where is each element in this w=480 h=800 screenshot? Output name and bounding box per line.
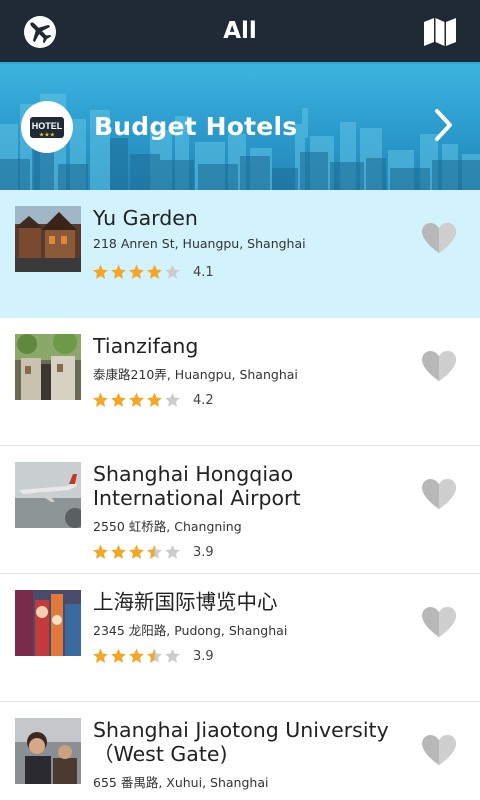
place-rating: 3.9 bbox=[92, 544, 214, 560]
place-address: 泰康路210弄, Huangpu, Shanghai bbox=[93, 367, 298, 382]
place-rating: 4.1 bbox=[92, 264, 214, 280]
rating-value: 4.1 bbox=[193, 264, 214, 280]
place-name: Shanghai Hongqiao International Airport bbox=[93, 462, 301, 510]
star-icon bbox=[129, 392, 144, 407]
star-icon bbox=[111, 544, 126, 559]
place-address: 2550 虹桥路, Changning bbox=[93, 519, 242, 534]
rating-value: 4.2 bbox=[193, 392, 214, 408]
place-name: Yu Garden bbox=[93, 206, 198, 230]
place-name: 上海新国际博览中心 bbox=[93, 590, 278, 614]
banner-title: Budget Hotels bbox=[94, 112, 298, 141]
page-title: All bbox=[223, 18, 257, 44]
place-photo bbox=[15, 206, 81, 272]
star-icon bbox=[129, 264, 144, 279]
budget-hotels-banner[interactable]: HOTEL ★★★ Budget Hotels bbox=[0, 64, 480, 190]
star-icon bbox=[93, 264, 108, 279]
place-row-tianzifang[interactable]: Tianzifang 泰康路210弄, Huangpu, Shanghai 4.… bbox=[0, 318, 480, 446]
star-icon bbox=[147, 544, 162, 559]
place-address: 2345 龙阳路, Pudong, Shanghai bbox=[93, 623, 288, 638]
rating-value: 3.9 bbox=[193, 544, 214, 560]
airplane-icon[interactable] bbox=[22, 14, 58, 50]
favorite-heart-icon[interactable] bbox=[420, 733, 458, 767]
star-icon bbox=[93, 544, 108, 559]
place-row-yu-garden[interactable]: Yu Garden 218 Anren St, Huangpu, Shangha… bbox=[0, 190, 480, 318]
star-rating-icons bbox=[92, 264, 181, 280]
star-rating-icons bbox=[92, 544, 181, 560]
map-icon[interactable] bbox=[422, 14, 458, 50]
place-name: Shanghai Jiaotong University （West Gate) bbox=[93, 718, 389, 766]
star-icon bbox=[147, 392, 162, 407]
place-row-hongqiao-airport[interactable]: Shanghai Hongqiao International Airport … bbox=[0, 446, 480, 574]
place-photo bbox=[15, 462, 81, 528]
star-icon bbox=[93, 648, 108, 663]
star-icon bbox=[111, 392, 126, 407]
place-address: 655 番禺路, Xuhui, Shanghai bbox=[93, 775, 269, 790]
star-icon bbox=[165, 648, 180, 663]
favorite-heart-icon[interactable] bbox=[420, 349, 458, 383]
star-icon bbox=[165, 544, 180, 559]
hotel-badge-icon: HOTEL ★★★ bbox=[21, 101, 73, 153]
star-icon bbox=[111, 648, 126, 663]
place-rating: 3.9 bbox=[92, 648, 214, 664]
svg-text:HOTEL: HOTEL bbox=[32, 121, 63, 131]
favorite-heart-icon[interactable] bbox=[420, 605, 458, 639]
place-name: Tianzifang bbox=[93, 334, 199, 358]
star-icon bbox=[93, 392, 108, 407]
place-rating: 4.2 bbox=[92, 392, 214, 408]
svg-text:★★★: ★★★ bbox=[39, 132, 55, 139]
star-icon bbox=[129, 648, 144, 663]
place-photo bbox=[15, 718, 81, 784]
place-photo bbox=[15, 334, 81, 400]
chevron-right-icon[interactable] bbox=[434, 108, 454, 142]
place-address: 218 Anren St, Huangpu, Shanghai bbox=[93, 236, 306, 251]
favorite-heart-icon[interactable] bbox=[420, 221, 458, 255]
rating-value: 3.9 bbox=[193, 648, 214, 664]
star-icon bbox=[165, 264, 180, 279]
top-app-bar: All bbox=[0, 0, 480, 64]
place-row-expo-center[interactable]: 上海新国际博览中心 2345 龙阳路, Pudong, Shanghai 3.9 bbox=[0, 574, 480, 702]
star-icon bbox=[129, 544, 144, 559]
place-photo bbox=[15, 590, 81, 656]
star-icon bbox=[165, 392, 180, 407]
star-rating-icons bbox=[92, 648, 181, 664]
favorite-heart-icon[interactable] bbox=[420, 477, 458, 511]
star-icon bbox=[111, 264, 126, 279]
star-icon bbox=[147, 264, 162, 279]
star-rating-icons bbox=[92, 392, 181, 408]
star-icon bbox=[147, 648, 162, 663]
place-row-jiaotong-university[interactable]: Shanghai Jiaotong University （West Gate)… bbox=[0, 702, 480, 800]
place-list: Yu Garden 218 Anren St, Huangpu, Shangha… bbox=[0, 190, 480, 800]
